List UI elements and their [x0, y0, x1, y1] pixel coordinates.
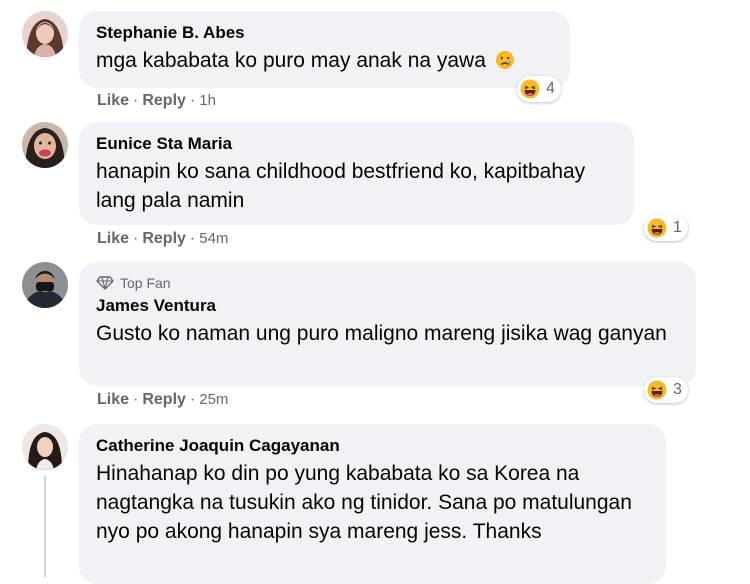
- avatar[interactable]: [22, 424, 68, 470]
- haha-reaction-icon: [647, 380, 667, 400]
- comment-text: Hinahanap ko din po yung kababata ko sa …: [96, 462, 632, 543]
- comment-actions: Like · Reply · 1h: [97, 91, 216, 111]
- timestamp[interactable]: 25m: [199, 391, 228, 408]
- comment-text-wrap: mga kababata ko puro may anak na yawa: [96, 46, 554, 75]
- like-button[interactable]: Like: [97, 230, 129, 247]
- haha-reaction-icon: [647, 218, 667, 238]
- separator: ·: [133, 230, 139, 247]
- separator: ·: [189, 391, 196, 408]
- comment-bubble: Eunice Sta Maria hanapin ko sana childho…: [79, 122, 634, 225]
- like-button[interactable]: Like: [97, 92, 129, 109]
- sad-cry-emoji-icon: [495, 51, 514, 69]
- reply-button[interactable]: Reply: [142, 92, 186, 109]
- reply-button[interactable]: Reply: [142, 391, 186, 408]
- separator: ·: [133, 391, 139, 408]
- comment-text: hanapin ko sana childhood bestfriend ko,…: [96, 160, 586, 212]
- comment-author[interactable]: Catherine Joaquin Cagayanan: [96, 436, 650, 456]
- avatar[interactable]: [22, 11, 68, 57]
- reaction-count: 3: [673, 381, 682, 398]
- comment-text: Gusto ko naman ung puro maligno mareng j…: [96, 322, 667, 345]
- reply-button[interactable]: Reply: [142, 230, 186, 247]
- haha-reaction-icon: [520, 79, 540, 99]
- comment-text: mga kababata ko puro may anak na yawa: [96, 49, 486, 72]
- comment-bubble: Catherine Joaquin Cagayanan Hinahanap ko…: [79, 424, 666, 584]
- comment-bubble: Top Fan James Ventura Gusto ko naman ung…: [79, 262, 696, 386]
- comment-bubble: Stephanie B. Abes mga kababata ko puro m…: [79, 11, 570, 88]
- reaction-summary[interactable]: 4: [517, 76, 561, 102]
- top-fan-label: Top Fan: [120, 275, 171, 291]
- comment-actions: Like · Reply · 25m: [97, 390, 228, 410]
- separator: ·: [189, 92, 196, 109]
- timestamp[interactable]: 54m: [199, 230, 228, 247]
- comment-author[interactable]: Stephanie B. Abes: [96, 23, 554, 43]
- avatar[interactable]: [22, 122, 68, 168]
- diamond-icon: [96, 276, 114, 290]
- reaction-summary[interactable]: 3: [644, 377, 688, 403]
- reaction-count: 1: [673, 219, 682, 236]
- comment-author[interactable]: Eunice Sta Maria: [96, 134, 618, 154]
- avatar[interactable]: [22, 262, 68, 308]
- comment-actions: Like · Reply · 54m: [97, 229, 228, 249]
- comment-author[interactable]: James Ventura: [96, 296, 680, 316]
- separator: ·: [189, 230, 196, 247]
- top-fan-badge: Top Fan: [96, 274, 680, 292]
- timestamp[interactable]: 1h: [199, 92, 216, 109]
- separator: ·: [133, 92, 139, 109]
- reaction-summary[interactable]: 1: [644, 215, 688, 241]
- reply-thread-line: [44, 476, 46, 577]
- reaction-count: 4: [546, 80, 555, 97]
- like-button[interactable]: Like: [97, 391, 129, 408]
